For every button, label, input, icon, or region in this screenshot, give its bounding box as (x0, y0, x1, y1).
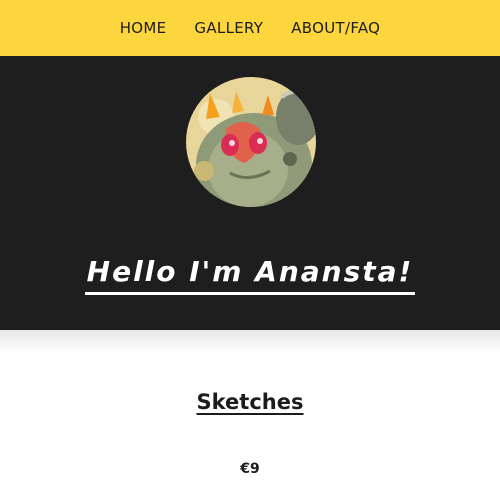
character-portrait-icon (186, 77, 316, 207)
nav-home-link[interactable]: HOME (120, 19, 167, 37)
sketches-heading-text[interactable]: Sketches (197, 390, 304, 414)
sketch-price: €9 (240, 461, 260, 477)
hero-banner: Hello I'm Anansta! (0, 56, 500, 330)
sketches-heading: Sketches (0, 388, 500, 416)
hero-title-text: Hello I'm Anansta! (84, 255, 416, 295)
nav-gallery-link[interactable]: GALLERY (194, 19, 263, 37)
hero-title: Hello I'm Anansta! (0, 252, 500, 295)
section-divider-shadow (0, 330, 500, 352)
nav-about-faq-link[interactable]: ABOUT/FAQ (291, 19, 380, 37)
top-navbar: HOME GALLERY ABOUT/FAQ (0, 0, 500, 56)
